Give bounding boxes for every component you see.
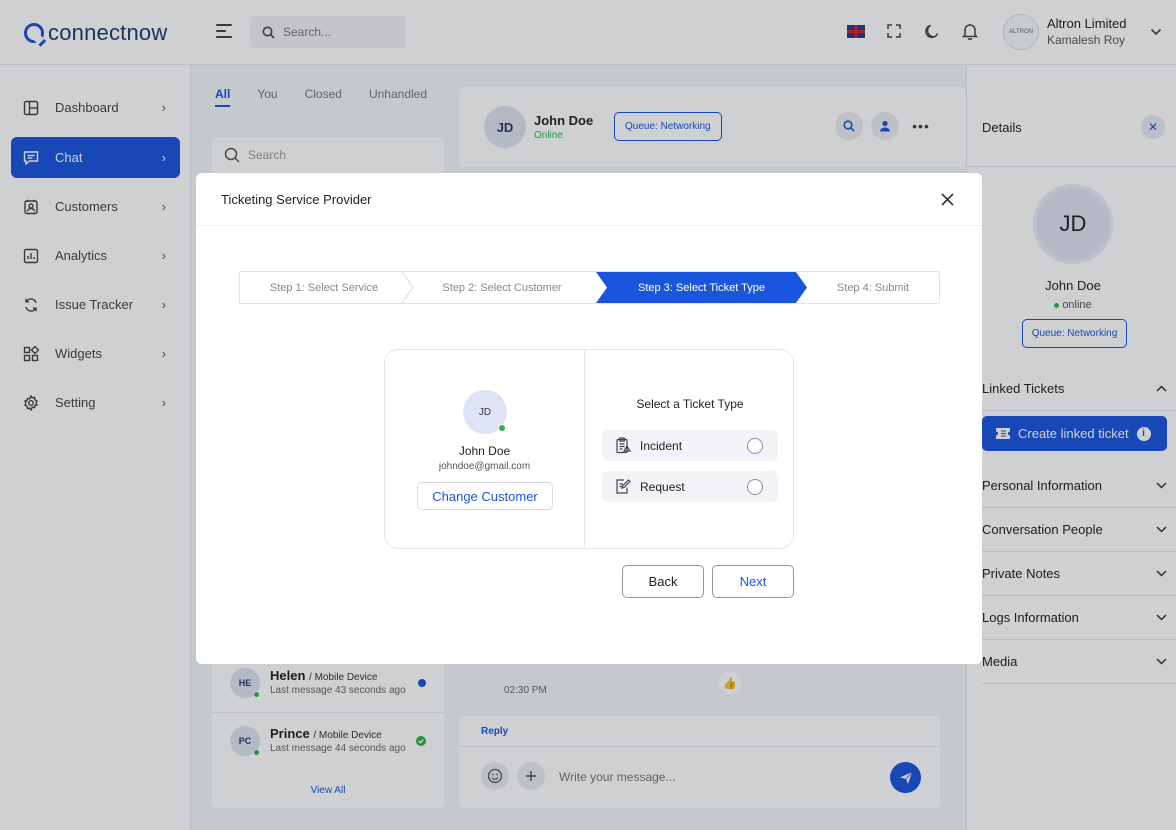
customer-email: johndoe@gmail.com [438, 461, 531, 472]
divider [584, 350, 585, 548]
incident-radio[interactable] [747, 437, 763, 454]
step-1[interactable]: Step 1: Select Service [240, 272, 408, 303]
ticket-type-label: Request [640, 479, 685, 494]
request-edit-icon [616, 479, 631, 494]
step-2[interactable]: Step 2: Select Customer [408, 272, 596, 303]
close-icon[interactable] [938, 190, 956, 208]
ticket-type-incident[interactable]: Incident [602, 430, 778, 461]
next-button[interactable]: Next [712, 565, 794, 598]
divider [196, 225, 982, 226]
modal-title: Ticketing Service Provider [221, 192, 372, 207]
avatar: JD [463, 390, 507, 434]
change-customer-button[interactable]: Change Customer [417, 482, 553, 510]
ticket-type-title: Select a Ticket Type [636, 397, 744, 411]
back-button[interactable]: Back [622, 565, 704, 598]
online-dot [498, 424, 506, 432]
stepper: Step 1: Select Service Step 2: Select Cu… [239, 271, 940, 304]
ticket-card: JD John Doe johndoe@gmail.com Change Cus… [384, 349, 794, 549]
ticket-type-label: Incident [640, 438, 683, 453]
request-radio[interactable] [747, 478, 763, 495]
ticketing-modal: Ticketing Service Provider Step 1: Selec… [196, 173, 982, 664]
customer-name: John Doe [458, 444, 511, 458]
step-3-active[interactable]: Step 3: Select Ticket Type [596, 272, 807, 303]
step-4[interactable]: Step 4: Submit [807, 272, 939, 303]
incident-clipboard-icon [616, 437, 632, 454]
ticket-type-request[interactable]: Request [602, 471, 778, 502]
